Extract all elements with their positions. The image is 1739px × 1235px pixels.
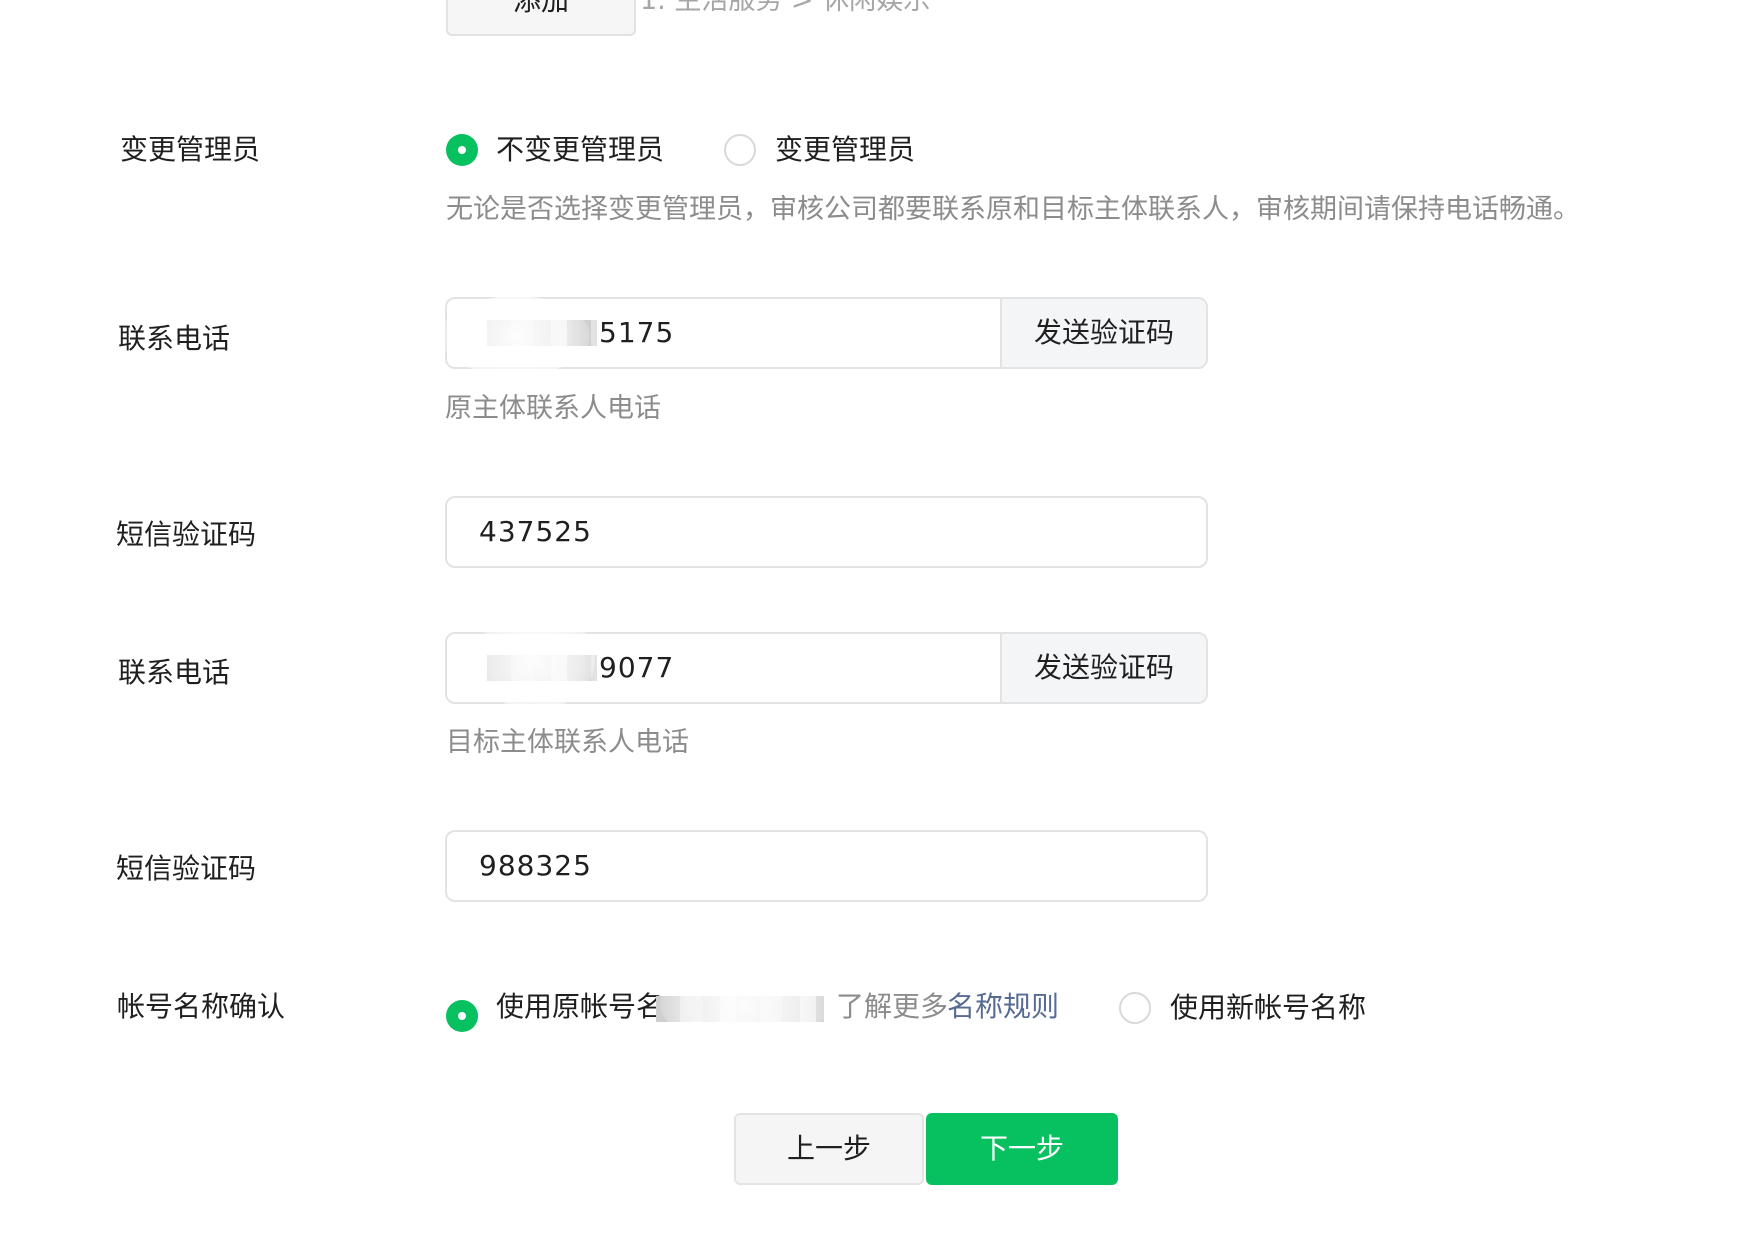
redaction-blur [440, 296, 590, 376]
original-phone-hint: 原主体联系人电话 [445, 393, 661, 424]
add-button[interactable]: 添加 [446, 0, 636, 36]
change-admin-note: 无论是否选择变更管理员，审核公司都要联系原和目标主体联系人，审核期间请保持电话畅… [446, 194, 1580, 225]
redaction-blur [475, 610, 595, 710]
original-sms-label: 短信验证码 [116, 518, 257, 551]
original-phone-label: 联系电话 [118, 322, 231, 355]
prev-step-button[interactable]: 上一步 [734, 1113, 924, 1185]
radio-keep-admin-label[interactable]: 不变更管理员 [496, 133, 664, 167]
target-send-code-button[interactable]: 发送验证码 [1000, 634, 1206, 702]
radio-use-new-name-label[interactable]: 使用新帐号名称 [1170, 991, 1366, 1025]
target-sms-input[interactable]: 988325 [445, 830, 1208, 902]
radio-keep-admin[interactable] [446, 134, 478, 166]
radio-use-original-name-label[interactable]: 使用原帐号名 [496, 990, 664, 1024]
account-name-label: 帐号名称确认 [117, 990, 286, 1023]
radio-use-original-name[interactable] [446, 1000, 478, 1032]
category-path: 1. 生活服务 > 休闲娱乐 [640, 0, 931, 16]
target-phone-value: 9077 [599, 651, 675, 684]
radio-change-admin[interactable] [724, 134, 756, 166]
target-phone-label: 联系电话 [118, 656, 231, 689]
target-phone-hint: 目标主体联系人电话 [446, 727, 689, 758]
radio-use-new-name[interactable] [1119, 992, 1151, 1024]
learn-more-text: 了解更多 [836, 990, 949, 1023]
original-sms-input[interactable]: 437525 [445, 496, 1208, 568]
change-admin-label: 变更管理员 [120, 133, 261, 166]
original-phone-value: 5175 [599, 316, 675, 349]
radio-change-admin-label[interactable]: 变更管理员 [775, 133, 915, 167]
name-rule-link[interactable]: 名称规则 [947, 990, 1059, 1024]
target-sms-label: 短信验证码 [116, 852, 257, 885]
redaction-blur [660, 965, 830, 1045]
original-send-code-button[interactable]: 发送验证码 [1000, 299, 1206, 367]
next-step-button[interactable]: 下一步 [926, 1113, 1118, 1185]
